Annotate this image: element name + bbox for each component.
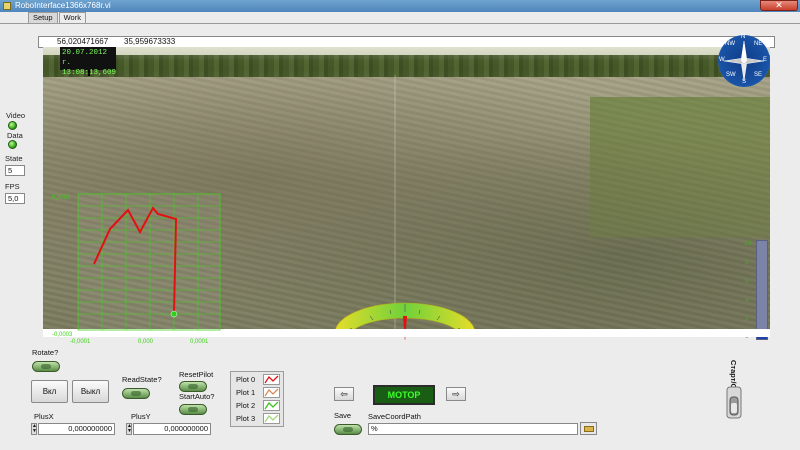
plusx-value[interactable]: 0,000000000 <box>38 423 115 435</box>
plot-x-left: -0,0001 <box>70 339 91 345</box>
latitude-readout: 56,020471667 <box>55 37 115 47</box>
plot-y-bottom: -0,0003 <box>52 332 73 338</box>
slider-tick-4: 4 <box>745 297 749 304</box>
save-label: Save <box>334 411 352 420</box>
legend-label-plot3: Plot 3 <box>236 414 256 423</box>
compass-nw: NW <box>725 41 735 47</box>
plusy-control[interactable]: ▲ ▼ 0,000000000 <box>126 423 211 435</box>
data-label: Data <box>7 131 23 140</box>
treeline <box>43 55 770 77</box>
close-button[interactable]: ✕ <box>760 0 798 11</box>
savecoordpath-label: SaveCoordPath <box>368 412 421 421</box>
compass-n: N <box>741 34 746 40</box>
vkl-button[interactable]: Вкл <box>31 380 68 403</box>
plot-x-right: 0,0001 <box>190 339 209 345</box>
state-value: 5 <box>5 165 25 176</box>
plusx-control[interactable]: ▲ ▼ 0,000000000 <box>31 423 115 435</box>
slider-tick-10: 10 <box>744 240 752 247</box>
video-label: Video <box>6 111 26 120</box>
fps-label: FPS <box>5 182 20 191</box>
compass-sw: SW <box>726 72 736 78</box>
next-arrow-button[interactable]: ⇨ <box>446 387 466 401</box>
compass-w: W <box>719 57 725 63</box>
rotate-label: Rotate? <box>32 348 59 357</box>
overlay-date: 20.07.2012 г. <box>62 49 108 67</box>
tab-bar: Setup Work <box>28 12 87 23</box>
video-led <box>8 121 17 130</box>
legend-swatch-plot0 <box>263 374 280 385</box>
window-title: RoboInterface1366x768r.vi <box>15 1 111 10</box>
plusy-value[interactable]: 0,000000000 <box>133 423 211 435</box>
legend-swatch-plot3 <box>263 413 280 424</box>
compass-se: SE <box>754 72 763 78</box>
plusy-label: PlusY <box>131 412 151 421</box>
timestamp-overlay: 20.07.2012 г. 13:08:13,609 <box>60 47 116 77</box>
rotate-toggle[interactable] <box>32 361 60 372</box>
browse-folder-button[interactable] <box>580 422 597 435</box>
plusx-label: PlusX <box>34 412 54 421</box>
legend-label-plot1: Plot 1 <box>236 388 256 397</box>
resetpilot-toggle[interactable] <box>179 381 207 392</box>
motor-indicator[interactable]: МОТОР <box>373 385 435 405</box>
tab-work[interactable]: Work <box>58 12 86 23</box>
trajectory-plot: 0,0002 -0,0003 -0,0001 0,000 0,0001 <box>52 193 221 345</box>
compass-icon: N NE E SE S SW W NW <box>718 34 770 87</box>
save-toggle[interactable] <box>334 424 362 435</box>
legend-row-plot0[interactable]: Plot 0 <box>234 374 284 386</box>
legend-row-plot2[interactable]: Plot 2 <box>234 400 284 412</box>
plusy-spinner[interactable]: ▲ ▼ <box>126 423 132 435</box>
camera-seam <box>394 75 396 330</box>
tab-setup[interactable]: Setup <box>28 12 58 23</box>
legend-row-plot3[interactable]: Plot 3 <box>234 413 284 425</box>
readstate-label: ReadState? <box>122 375 162 384</box>
speed-slider[interactable] <box>756 240 768 340</box>
app-icon <box>3 2 11 10</box>
legend-row-plot1[interactable]: Plot 1 <box>234 387 284 399</box>
vykl-button[interactable]: Выкл <box>72 380 109 403</box>
window-titlebar: RoboInterface1366x768r.vi ✕ <box>0 0 800 12</box>
legend-swatch-plot2 <box>263 400 280 411</box>
data-led <box>8 140 17 149</box>
grass-patch <box>590 97 770 237</box>
state-label: State <box>5 154 23 163</box>
legend-label-plot0: Plot 0 <box>236 375 256 384</box>
prev-arrow-button[interactable]: ⇦ <box>334 387 354 401</box>
savecoordpath-input[interactable]: % <box>368 423 578 435</box>
startauto-toggle[interactable] <box>179 404 207 415</box>
start-stop-switch[interactable] <box>724 385 744 420</box>
compass-s: S <box>742 79 747 85</box>
overlay-marker <box>88 70 90 76</box>
readstate-toggle[interactable] <box>122 388 150 399</box>
folder-icon <box>584 426 594 432</box>
plot-y-top: 0,0002 <box>52 195 71 201</box>
plusx-spinner[interactable]: ▲ ▼ <box>31 423 37 435</box>
legend-label-plot2: Plot 2 <box>236 401 256 410</box>
longitude-readout: 35,959673333 <box>122 37 184 47</box>
compass-e: E <box>763 57 768 63</box>
startauto-label: StartAuto? <box>179 392 215 401</box>
legend-swatch-plot1 <box>263 387 280 398</box>
slider-tick-2: 2 <box>745 315 749 322</box>
plot-legend: Plot 0 Plot 1 Plot 2 Plot 3 <box>230 371 284 427</box>
fps-value: 5,0 <box>5 193 25 204</box>
slider-tick-6: 6 <box>745 278 749 285</box>
plot-x-mid: 0,000 <box>138 339 154 345</box>
resetpilot-label: ResetPilot <box>179 370 214 379</box>
slider-tick-8: 8 <box>745 259 749 266</box>
compass-ne: NE <box>754 41 763 47</box>
